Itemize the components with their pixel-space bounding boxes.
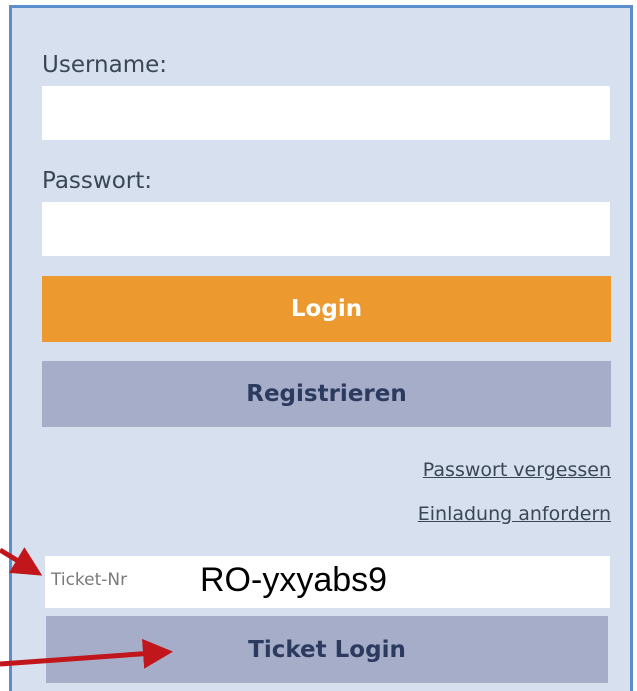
arrow-to-ticket-input: [0, 547, 43, 576]
arrow-to-ticket-login: [0, 638, 173, 669]
annotation-arrows: [0, 547, 173, 669]
